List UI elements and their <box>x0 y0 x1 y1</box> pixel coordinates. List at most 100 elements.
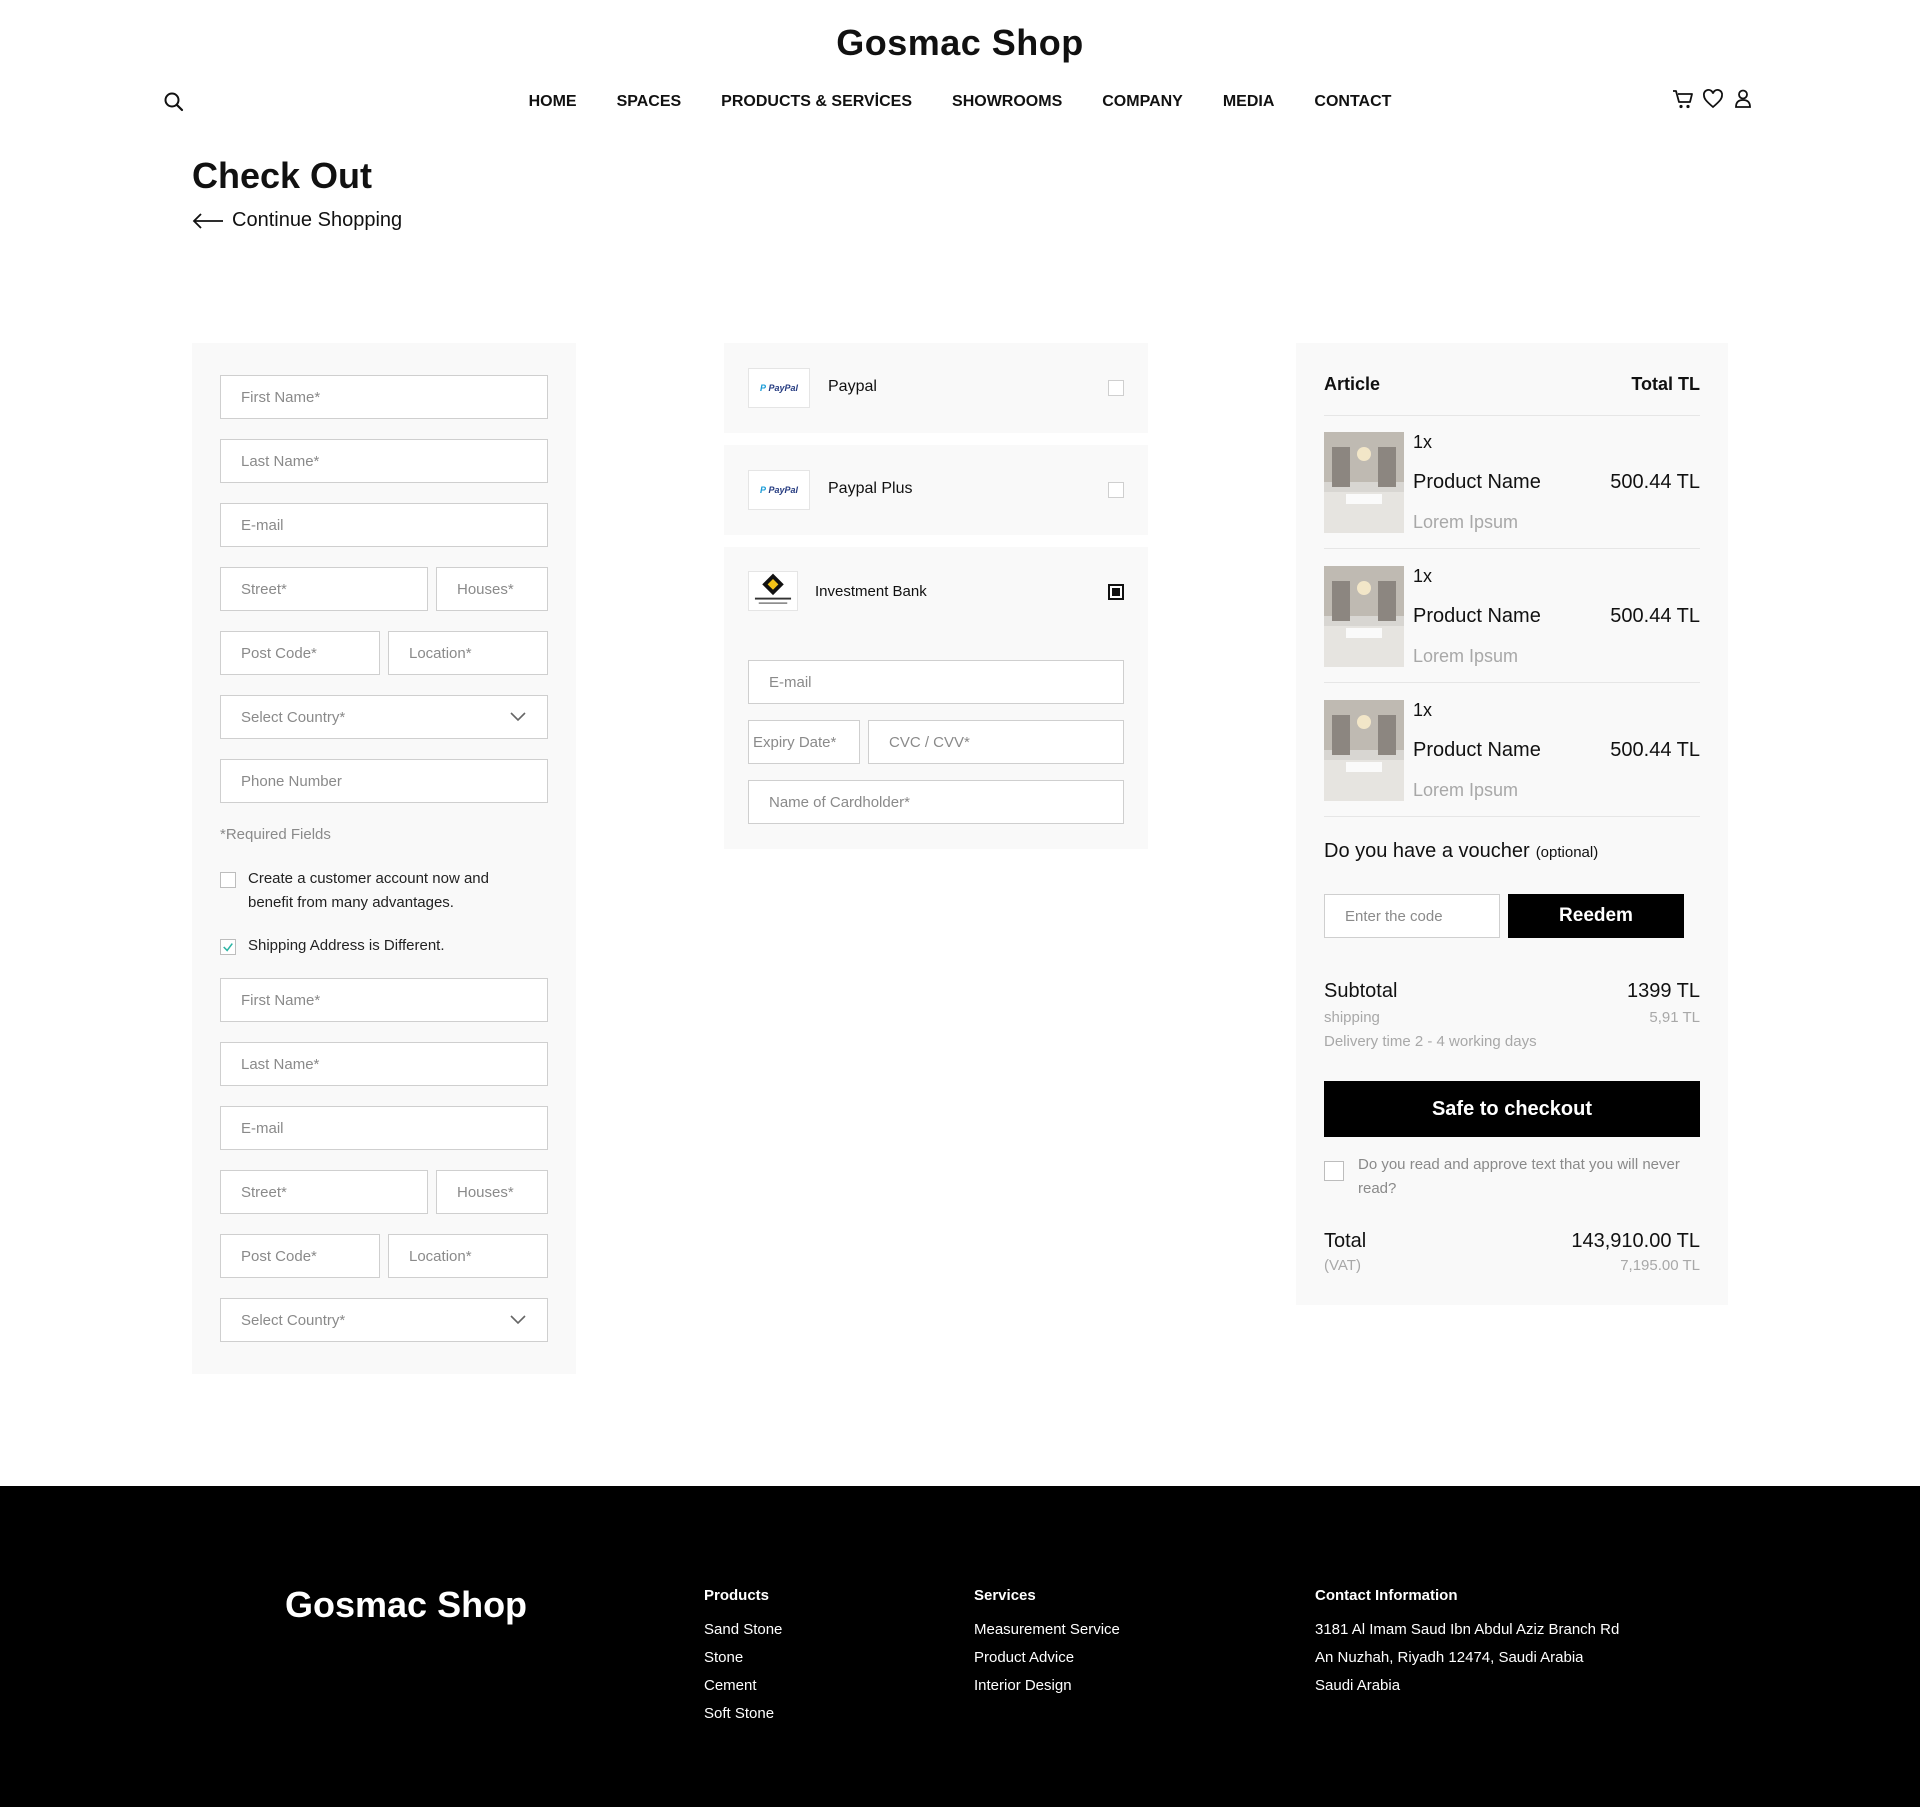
billing-country-select[interactable]: Select Country* <box>220 695 548 739</box>
item-name[interactable]: Product Name <box>1413 471 1541 494</box>
voucher-code-field[interactable] <box>1324 894 1500 938</box>
billing-street-field[interactable] <box>220 567 428 611</box>
shipping-houses-field[interactable] <box>436 1170 548 1214</box>
card-cvc-input[interactable] <box>889 733 1123 751</box>
shipping-different-checkbox[interactable] <box>220 939 236 955</box>
terms-approval[interactable]: Do you read and approve text that you wi… <box>1324 1153 1700 1201</box>
billing-phone-field[interactable] <box>220 759 548 803</box>
payment-name-investment-bank: Investment Bank <box>815 583 927 600</box>
card-email-input[interactable] <box>769 673 1123 691</box>
product-thumbnail[interactable] <box>1324 700 1404 801</box>
nav-spaces[interactable]: SPACES <box>617 93 682 111</box>
shipping-last-name-field[interactable] <box>220 1042 548 1086</box>
shipping-email-input[interactable] <box>241 1119 547 1137</box>
item-name[interactable]: Product Name <box>1413 739 1541 762</box>
product-thumbnail[interactable] <box>1324 432 1404 533</box>
item-price: 500.44 TL <box>1610 471 1700 493</box>
billing-first-name-field[interactable] <box>220 375 548 419</box>
chevron-down-icon <box>510 712 526 722</box>
item-name[interactable]: Product Name <box>1413 605 1541 628</box>
shipping-last-name-input[interactable] <box>241 1055 547 1073</box>
shipping-post-code-field[interactable] <box>220 1234 380 1278</box>
create-account-option[interactable]: Create a customer account now and benefi… <box>220 867 530 915</box>
nav-media[interactable]: MEDIA <box>1223 93 1275 111</box>
continue-shopping-link[interactable]: Continue Shopping <box>192 209 402 232</box>
subtotal-value: 1399 TL <box>1626 980 1700 1002</box>
footer-link[interactable]: Cement <box>704 1672 782 1700</box>
billing-email-field[interactable] <box>220 503 548 547</box>
shipping-street-field[interactable] <box>220 1170 428 1214</box>
billing-last-name-input[interactable] <box>241 452 547 470</box>
nav-company[interactable]: COMPANY <box>1102 93 1183 111</box>
billing-last-name-field[interactable] <box>220 439 548 483</box>
shipping-different-option[interactable]: Shipping Address is Different. <box>220 934 445 958</box>
shipping-first-name-input[interactable] <box>241 991 547 1009</box>
divider <box>1324 682 1700 683</box>
product-thumbnail[interactable] <box>1324 566 1404 667</box>
billing-phone-input[interactable] <box>241 772 547 790</box>
billing-location-input[interactable] <box>409 644 547 662</box>
billing-houses-field[interactable] <box>436 567 548 611</box>
cart-icon[interactable] <box>1672 88 1694 110</box>
user-account-icon[interactable] <box>1732 88 1754 110</box>
payment-option-paypal-plus[interactable]: P PayPal Paypal Plus <box>724 445 1148 535</box>
card-expiry-input[interactable] <box>753 733 859 751</box>
footer-link[interactable]: Interior Design <box>974 1672 1120 1700</box>
shipping-street-input[interactable] <box>241 1183 427 1201</box>
create-account-checkbox[interactable] <box>220 872 236 888</box>
checkout-button[interactable]: Safe to checkout <box>1324 1081 1700 1137</box>
card-expiry-field[interactable] <box>748 720 860 764</box>
billing-street-input[interactable] <box>241 580 427 598</box>
shipping-post-code-input[interactable] <box>241 1247 379 1265</box>
terms-checkbox[interactable] <box>1324 1161 1344 1181</box>
footer-products-title: Products <box>704 1587 770 1604</box>
billing-houses-input[interactable] <box>457 580 547 598</box>
room-image <box>1324 700 1404 801</box>
item-price: 500.44 TL <box>1610 605 1700 627</box>
payment-option-paypal[interactable]: P PayPal Paypal <box>724 343 1148 433</box>
footer-contact-title: Contact Information <box>1315 1587 1458 1604</box>
billing-post-code-input[interactable] <box>241 644 379 662</box>
card-email-field[interactable] <box>748 660 1124 704</box>
page-title: Check Out <box>192 155 373 196</box>
shipping-location-field[interactable] <box>388 1234 548 1278</box>
footer-link[interactable]: Measurement Service <box>974 1616 1120 1644</box>
create-account-label: Create a customer account now and benefi… <box>248 870 489 911</box>
shipping-email-field[interactable] <box>220 1106 548 1150</box>
footer-link[interactable]: Soft Stone <box>704 1700 782 1728</box>
redeem-button[interactable]: Reedem <box>1508 894 1684 938</box>
site-logo[interactable]: Gosmac Shop <box>0 22 1920 64</box>
divider <box>1324 415 1700 416</box>
paypal-checkbox[interactable] <box>1108 380 1124 396</box>
footer-link[interactable]: Product Advice <box>974 1644 1120 1672</box>
paypal-plus-checkbox[interactable] <box>1108 482 1124 498</box>
footer-logo[interactable]: Gosmac Shop <box>285 1584 527 1626</box>
card-cvc-field[interactable] <box>868 720 1124 764</box>
billing-email-input[interactable] <box>241 516 547 534</box>
investment-bank-checkbox[interactable] <box>1108 584 1124 600</box>
voucher-code-input[interactable] <box>1345 907 1499 925</box>
nav-products-services[interactable]: PRODUCTS & SERVİCES <box>721 93 912 111</box>
nav-home[interactable]: HOME <box>529 93 577 111</box>
shipping-country-select[interactable]: Select Country* <box>220 1298 548 1342</box>
header-actions <box>1672 88 1754 110</box>
card-holder-field[interactable] <box>748 780 1124 824</box>
nav-showrooms[interactable]: SHOWROOMS <box>952 93 1062 111</box>
footer-link[interactable]: Sand Stone <box>704 1616 782 1644</box>
shipping-location-input[interactable] <box>409 1247 547 1265</box>
chevron-down-icon <box>510 1315 526 1325</box>
item-price: 500.44 TL <box>1610 739 1700 761</box>
card-holder-input[interactable] <box>769 793 1123 811</box>
checkmark-icon <box>223 943 233 952</box>
wishlist-heart-icon[interactable] <box>1702 88 1724 110</box>
investment-bank-logo <box>748 571 798 611</box>
billing-first-name-input[interactable] <box>241 388 547 406</box>
billing-post-code-field[interactable] <box>220 631 380 675</box>
bank-logo-icon <box>754 573 792 604</box>
footer-services-title: Services <box>974 1587 1036 1604</box>
shipping-houses-input[interactable] <box>457 1183 547 1201</box>
footer-link[interactable]: Stone <box>704 1644 782 1672</box>
nav-contact[interactable]: CONTACT <box>1314 93 1391 111</box>
billing-location-field[interactable] <box>388 631 548 675</box>
shipping-first-name-field[interactable] <box>220 978 548 1022</box>
